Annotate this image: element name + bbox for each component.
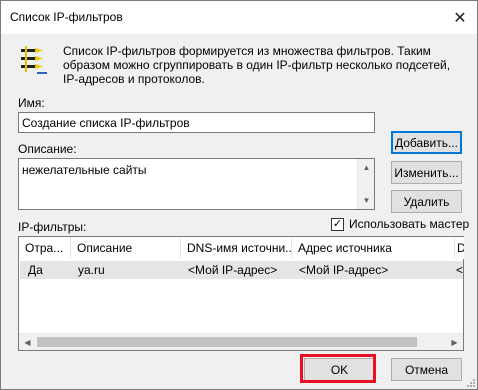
- description-value: нежелательные сайты: [22, 163, 147, 177]
- column-header-dest[interactable]: D: [455, 237, 464, 259]
- scroll-right-icon[interactable]: ▶: [446, 334, 463, 351]
- scroll-thumb[interactable]: [37, 337, 417, 347]
- cell-dest: <: [456, 263, 463, 277]
- add-button[interactable]: Добавить...: [391, 131, 462, 154]
- name-input[interactable]: Создание списка IP-фильтров: [18, 112, 375, 133]
- edit-button[interactable]: Изменить...: [391, 161, 462, 184]
- column-header-description[interactable]: Описание: [71, 237, 181, 259]
- window-title: Список IP-фильтров: [10, 10, 123, 24]
- delete-button[interactable]: Удалить: [391, 190, 462, 213]
- filter-list-icon: [21, 46, 47, 74]
- cell-dns-source: <Мой IP-адрес>: [188, 263, 278, 277]
- cell-description: ya.ru: [78, 263, 105, 277]
- column-header-mirrored[interactable]: Отра...: [19, 237, 71, 259]
- close-button[interactable]: ✕: [443, 1, 477, 34]
- use-wizard-checkbox[interactable]: ✓ Использовать мастер: [331, 217, 469, 231]
- column-header-source-address[interactable]: Адрес источника: [292, 237, 455, 259]
- close-icon: ✕: [453, 9, 467, 27]
- resize-grip-icon[interactable]: [466, 378, 476, 388]
- use-wizard-label: Использовать мастер: [349, 217, 470, 231]
- ok-highlight-frame: [300, 354, 376, 383]
- table-row[interactable]: Да ya.ru <Мой IP-адрес> <Мой IP-адрес> <: [20, 261, 463, 279]
- description-label: Описание:: [18, 142, 77, 156]
- description-textarea[interactable]: нежелательные сайты ▲ ▼: [18, 158, 375, 210]
- column-header-dns-source[interactable]: DNS-имя источни...: [181, 237, 292, 259]
- ip-filter-list-dialog: Список IP-фильтров ✕ Список IP-фильтров …: [0, 0, 478, 390]
- ip-filters-label: IP-фильтры:: [18, 220, 87, 234]
- ip-filters-table[interactable]: Отра... Описание DNS-имя источни... Адре…: [18, 236, 464, 351]
- intro-text: Список IP-фильтров формируется из множес…: [63, 44, 451, 86]
- scroll-down-icon[interactable]: ▼: [358, 192, 375, 209]
- cell-mirrored: Да: [28, 263, 43, 277]
- cancel-button[interactable]: Отмена: [391, 358, 462, 381]
- cell-source-address: <Мой IP-адрес>: [299, 263, 389, 277]
- title-bar: Список IP-фильтров ✕: [1, 1, 477, 34]
- description-scrollbar[interactable]: ▲ ▼: [357, 159, 374, 209]
- table-horizontal-scrollbar[interactable]: ◀ ▶: [19, 333, 463, 350]
- checkbox-check-icon[interactable]: ✓: [331, 217, 344, 231]
- name-label: Имя:: [18, 96, 45, 110]
- name-input-value: Создание списка IP-фильтров: [22, 116, 190, 130]
- scroll-up-icon[interactable]: ▲: [358, 159, 375, 176]
- scroll-left-icon[interactable]: ◀: [19, 334, 36, 351]
